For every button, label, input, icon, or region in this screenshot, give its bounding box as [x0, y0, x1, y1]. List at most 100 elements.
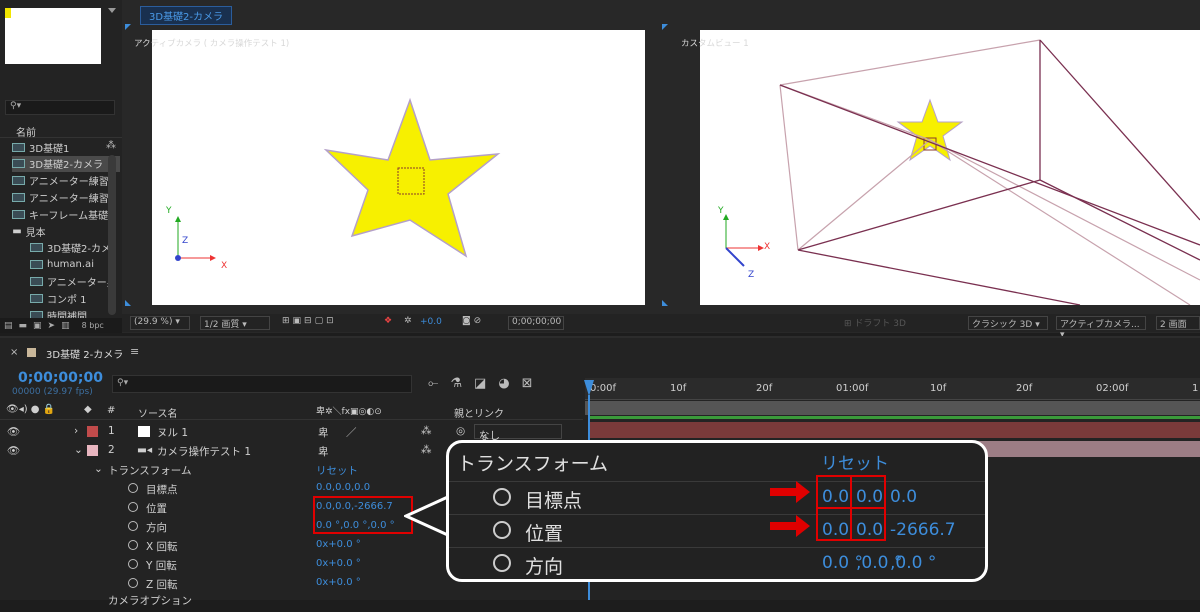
left-viewer[interactable]: アクティブカメラ ( カメラ操作テスト 1) Y X Z: [152, 30, 645, 305]
property-value[interactable]: 0x+0.0 °: [316, 539, 361, 550]
column-header: 👁◂) ● 🔒 ◆ # ソース名 卑✲＼fx▣◎◐⊙ 親とリンク: [0, 402, 583, 420]
timeline-close-icon[interactable]: ×: [10, 347, 18, 358]
reset-link[interactable]: リセット: [316, 463, 358, 478]
interpret-footage-icon[interactable]: ▤: [4, 321, 13, 331]
property-value[interactable]: 0x+0.0 °: [316, 558, 361, 569]
layer-bar-1[interactable]: [590, 422, 1200, 438]
comp-icon: [12, 192, 25, 202]
arrow-icon: [770, 481, 810, 503]
flow-icon[interactable]: ➤: [48, 321, 56, 331]
camera-dropdown[interactable]: アクティブカメラ... ▾: [1056, 316, 1146, 340]
layer-name[interactable]: カメラ操作テスト 1: [157, 444, 251, 459]
comp-icon: [30, 276, 43, 286]
stopwatch-icon[interactable]: [128, 578, 138, 588]
property-name: 位置: [146, 503, 167, 515]
color-icon[interactable]: ❖: [384, 316, 392, 326]
snapshot-icon[interactable]: ◙ ⊘: [462, 316, 481, 326]
col-source[interactable]: ソース名: [138, 405, 178, 420]
stopwatch-icon: [493, 521, 511, 539]
label-icon[interactable]: ◆: [84, 404, 92, 415]
callout-value-3: -2666.7: [890, 520, 956, 540]
zoom-dropdown[interactable]: (29.9 %) ▾: [130, 316, 190, 330]
timeline-tab[interactable]: 3D基礎 2-カメラ: [46, 346, 123, 361]
exposure-value[interactable]: +0.0: [420, 317, 442, 327]
project-menu-icon[interactable]: [108, 8, 116, 13]
new-folder-icon[interactable]: ▬: [19, 321, 28, 331]
callout-value-3: ,0.0 °: [890, 553, 937, 573]
shy-switch-icon[interactable]: 卑: [318, 444, 329, 459]
timeline-search-input[interactable]: ⚲▾: [112, 375, 412, 393]
comp-tab[interactable]: 3D基礎2-カメラ: [140, 6, 233, 25]
col-num[interactable]: #: [107, 405, 115, 416]
eye-icon[interactable]: 👁: [7, 444, 20, 457]
ruler-tick-label: 20f: [1016, 383, 1033, 394]
av-switches-icon[interactable]: 👁◂) ● 🔒: [6, 404, 55, 415]
comp-icon: [30, 293, 43, 303]
viewer-toolbar: (29.9 %) ▾ 1/2 画質 ▾ ⊞▣⊟▢⊡ ❖ ✲ +0.0 ◙ ⊘ 0…: [122, 314, 1200, 340]
property-name: 目標点: [146, 484, 178, 496]
project-scrollbar[interactable]: [108, 155, 116, 315]
shy-switch-icon[interactable]: 卑: [318, 425, 329, 440]
col-parent[interactable]: 親とリンク: [454, 405, 504, 420]
project-item[interactable]: アニメーター練習: [12, 189, 120, 205]
renderer-dropdown[interactable]: クラシック 3D ▾: [968, 316, 1048, 330]
ruler-tick-label: 10f: [930, 383, 947, 394]
project-item[interactable]: ▾ ▬見本: [12, 223, 120, 239]
playhead-icon[interactable]: [584, 380, 594, 396]
delete-icon[interactable]: ▥: [61, 321, 70, 331]
callout-highlight-2: [850, 475, 886, 509]
right-viewer[interactable]: Y X Z: [700, 30, 1200, 305]
views-dropdown[interactable]: 2 画面: [1156, 316, 1200, 330]
camera-options-group[interactable]: カメラオプション: [0, 593, 583, 612]
parent-dropdown[interactable]: なし ⌄: [474, 424, 562, 442]
project-item[interactable]: 3D基礎1: [12, 139, 120, 155]
viewer-option-icons[interactable]: ⊞▣⊟▢⊡: [282, 316, 337, 326]
expand-icon[interactable]: ⌄: [74, 444, 83, 456]
timeline-tools[interactable]: ⟜⚗◪◕⊠: [428, 376, 545, 391]
project-thumbnail: [5, 8, 101, 64]
new-comp-icon[interactable]: ▣: [33, 321, 42, 331]
label-color[interactable]: [87, 445, 98, 456]
stopwatch-icon[interactable]: [128, 521, 138, 531]
stopwatch-icon[interactable]: [128, 483, 138, 493]
label-color[interactable]: [87, 426, 98, 437]
three-d-switch-icon[interactable]: ⁂: [421, 425, 432, 437]
exposure-icon[interactable]: ✲: [404, 316, 412, 326]
project-panel: ⚲▾ 名前 3D基礎1 3D基礎2-カメラ アニメーター練習 アニメーター練習 キーフレ…: [0, 0, 122, 333]
project-search-input[interactable]: ⚲▾: [5, 100, 115, 115]
comp-icon: [30, 260, 43, 270]
expand-icon[interactable]: ›: [74, 425, 78, 437]
draft3d-button[interactable]: ⊞ ドラフト 3D: [844, 316, 906, 329]
stopwatch-icon[interactable]: [128, 502, 138, 512]
switches-icons[interactable]: 卑✲＼fx▣◎◐⊙: [316, 404, 382, 417]
layer-row[interactable]: 👁 › 1 ヌル 1 卑 ／ ⁂ ◎ なし ⌄: [0, 422, 583, 442]
project-item[interactable]: アニメーター練習: [12, 173, 120, 189]
viewer-timecode[interactable]: 0;00;00;00: [508, 316, 564, 330]
resolution-dropdown[interactable]: 1/2 画質 ▾: [200, 316, 270, 330]
project-item-label: アニメーター練習: [29, 177, 109, 189]
project-item[interactable]: キーフレーム基礎: [12, 206, 120, 222]
bpc-label[interactable]: 8 bpc: [82, 321, 104, 330]
callout-reset[interactable]: リセット: [821, 449, 889, 474]
axis-x-label: X: [764, 242, 771, 252]
comp-icon: [12, 176, 25, 186]
property-value[interactable]: 0x+0.0 °: [316, 577, 361, 588]
quality-switch-icon[interactable]: ／: [346, 425, 357, 440]
property-value[interactable]: 0.0,0.0,0.0: [316, 482, 370, 493]
work-area-bar[interactable]: [585, 401, 1200, 415]
project-item-label: コンポ 1: [47, 294, 87, 306]
transform-label: トランスフォーム: [108, 465, 192, 477]
callout-prop-name: 目標点: [525, 490, 583, 512]
stopwatch-icon[interactable]: [128, 540, 138, 550]
timeline-timecode[interactable]: 0;00;00;00: [18, 370, 103, 386]
eye-icon[interactable]: 👁: [7, 425, 20, 438]
timeline-menu-icon[interactable]: ≡: [130, 345, 139, 358]
ruler-tick-label: 02:00f: [1096, 383, 1129, 394]
pickwhip-icon[interactable]: ◎: [456, 425, 465, 437]
project-item[interactable]: 3D基礎2-カメラ: [12, 155, 120, 172]
stopwatch-icon[interactable]: [128, 559, 138, 569]
layer-name[interactable]: ヌル 1: [157, 425, 188, 440]
three-d-switch-icon[interactable]: ⁂: [421, 444, 432, 456]
expand-icon[interactable]: ⌄: [94, 463, 103, 475]
arrow-icon: [770, 515, 810, 537]
